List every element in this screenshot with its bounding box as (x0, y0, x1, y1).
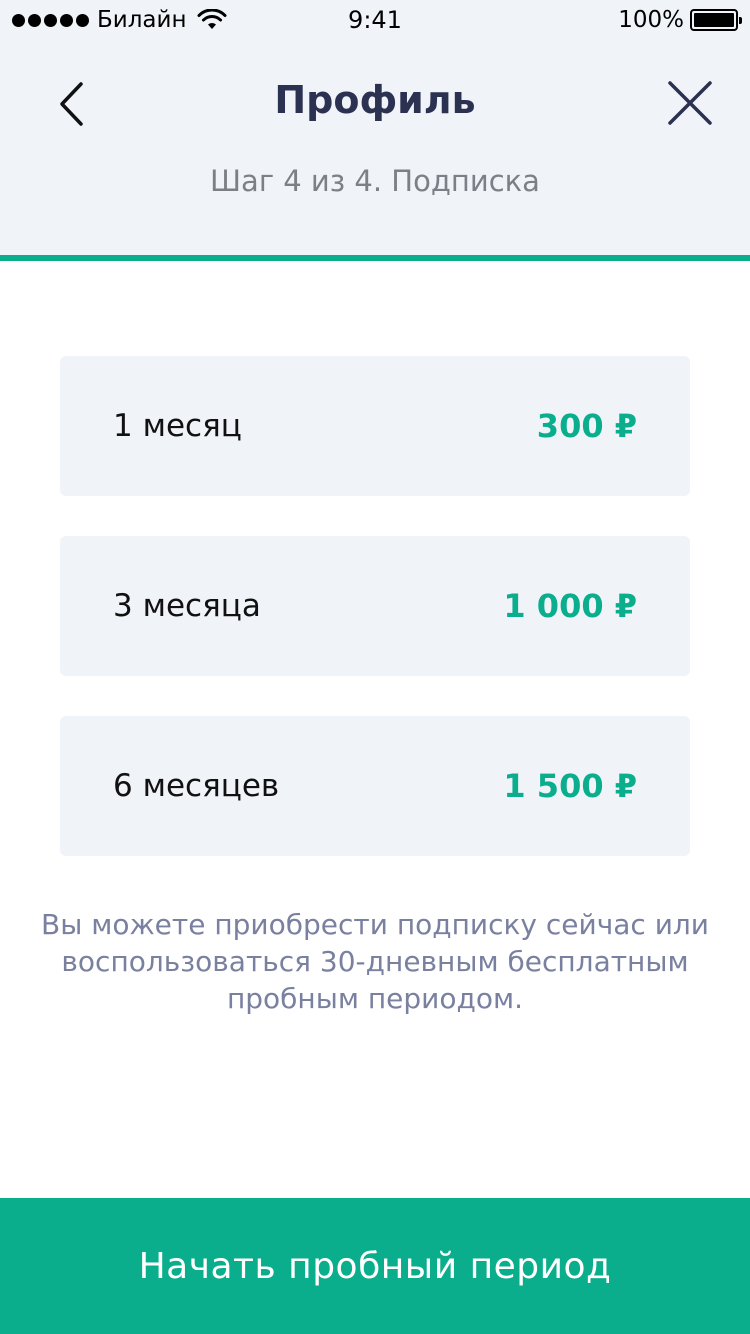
plan-name: 6 месяцев (113, 768, 280, 804)
page-title: Профиль (274, 78, 476, 122)
plan-option-1-month[interactable]: 1 месяц 300 ₽ (60, 356, 690, 496)
battery-icon (690, 9, 742, 31)
subscription-info-text: Вы можете приобрести подписку сейчас или… (40, 908, 710, 1015)
plan-option-3-months[interactable]: 3 месяца 1 000 ₽ (60, 536, 690, 676)
plan-price: 300 ₽ (536, 407, 637, 445)
plan-name: 3 месяца (113, 588, 261, 624)
close-button[interactable] (660, 74, 720, 134)
step-indicator: Шаг 4 из 4. Подписка (210, 164, 540, 198)
plan-option-6-months[interactable]: 6 месяцев 1 500 ₽ (60, 716, 690, 856)
battery-percentage: 100% (618, 7, 684, 33)
plan-price: 1 500 ₽ (503, 767, 637, 805)
start-trial-button[interactable]: Начать пробный период (0, 1198, 750, 1334)
progress-line (0, 255, 750, 261)
close-icon (668, 81, 712, 125)
status-bar: Билайн 9:41 100% (0, 0, 750, 40)
status-right: 100% (618, 6, 742, 34)
profile-subscription-screen: Билайн 9:41 100% Профиль Шаг 4 из 4. Под… (0, 0, 750, 1334)
plan-name: 1 месяц (113, 408, 242, 444)
plan-price: 1 000 ₽ (503, 587, 637, 625)
